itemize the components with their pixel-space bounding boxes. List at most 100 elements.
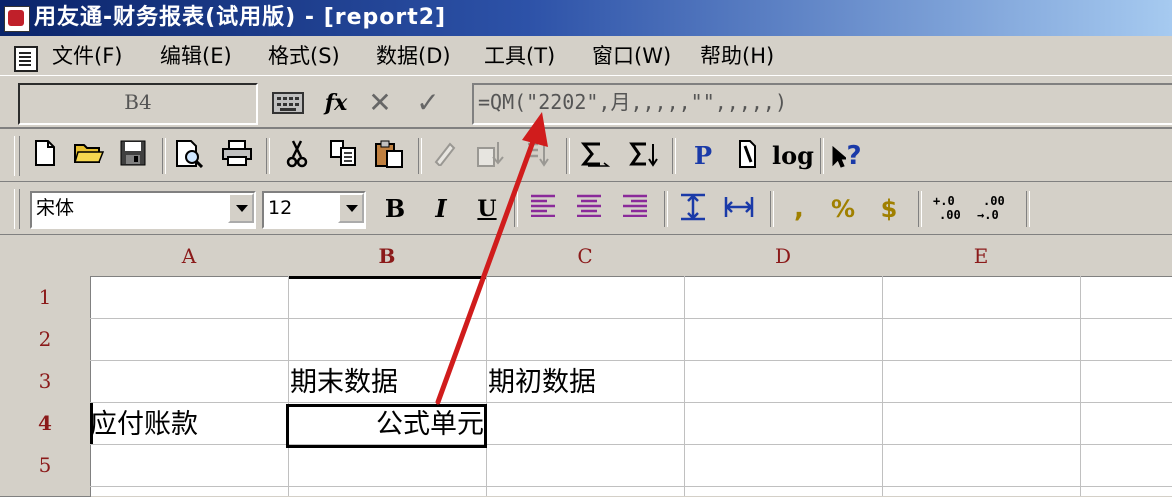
copy-icon[interactable]: [326, 140, 360, 172]
percent-style-button[interactable]: %: [826, 193, 860, 225]
toolbar-separator: [672, 138, 676, 174]
grid-line: [90, 360, 1172, 361]
grid-line: [486, 276, 487, 496]
horizontal-fit-icon[interactable]: [722, 193, 756, 225]
format-painter-icon[interactable]: [428, 140, 462, 172]
font-name-select[interactable]: 宋体: [30, 191, 256, 229]
toolbar-separator: [918, 191, 922, 227]
menu-edit[interactable]: 编辑(E): [160, 42, 232, 70]
increase-decimal-icon[interactable]: +.0.00: [930, 193, 964, 225]
menu-help[interactable]: 帮助(H): [700, 42, 774, 70]
chevron-down-icon[interactable]: [338, 193, 364, 223]
function-fx-button[interactable]: fx: [318, 87, 354, 119]
grid-line: [90, 444, 1172, 445]
open-folder-icon[interactable]: [72, 140, 106, 172]
row-header-3[interactable]: 3: [0, 360, 91, 403]
bold-button[interactable]: B: [378, 193, 412, 225]
svg-text:.00: .00: [983, 194, 1005, 208]
row-header-partial[interactable]: [0, 486, 91, 497]
menu-tools[interactable]: 工具(T): [484, 42, 555, 70]
column-header-c[interactable]: C: [486, 236, 685, 277]
document-icon[interactable]: [14, 46, 38, 72]
grid-line: [684, 276, 685, 496]
window-title: 用友通-财务报表(试用版) - [report2]: [34, 5, 447, 30]
font-size-value: 12: [268, 197, 293, 219]
vertical-fit-icon[interactable]: [676, 193, 710, 225]
sum-icon[interactable]: [578, 140, 612, 172]
sort-icon[interactable]: [520, 140, 554, 172]
chevron-down-icon[interactable]: [228, 193, 254, 223]
sum-down-icon[interactable]: [626, 140, 660, 172]
select-all-corner[interactable]: [0, 236, 91, 277]
formula-bar: B4 fx ✕ ✓ =QM("2202",月,,,,,"",,,,,): [0, 77, 1172, 129]
row-header-5[interactable]: 5: [0, 444, 91, 487]
toolbar-separator: [664, 191, 668, 227]
row-header-1[interactable]: 1: [0, 276, 91, 319]
new-file-icon[interactable]: [28, 140, 62, 172]
grid-line: [90, 318, 1172, 319]
svg-text:.00: .00: [939, 208, 961, 221]
calculate-icon[interactable]: [730, 140, 764, 172]
confirm-edit-button[interactable]: ✓: [410, 87, 446, 119]
toolbar-separator: [820, 138, 824, 174]
help-question-mark: ?: [846, 141, 862, 171]
log-button[interactable]: log: [772, 140, 814, 172]
cut-icon[interactable]: [280, 140, 314, 172]
align-left-icon[interactable]: [526, 193, 560, 225]
column-header-e[interactable]: E: [882, 236, 1081, 277]
menu-format[interactable]: 格式(S): [268, 42, 340, 70]
comma-style-button[interactable]: ,: [782, 193, 816, 225]
selected-cell-outline: [286, 404, 487, 448]
align-right-icon[interactable]: [618, 193, 652, 225]
print-preview-icon[interactable]: [172, 140, 206, 172]
menu-bar: 文件(F) 编辑(E) 格式(S) 数据(D) 工具(T) 窗口(W) 帮助(H…: [0, 36, 1172, 76]
format-toolbar: 宋体 12 B I U , % $ +.0.00 .00 →.0: [0, 183, 1172, 235]
grid-line: [882, 276, 883, 496]
toolbar-separator: [770, 191, 774, 227]
menu-file[interactable]: 文件(F): [52, 42, 122, 70]
font-name-value: 宋体: [36, 197, 75, 219]
app-icon: [4, 6, 30, 32]
toolbar-separator: [566, 138, 570, 174]
paste-icon[interactable]: [372, 140, 406, 172]
context-help-icon[interactable]: ?: [830, 140, 864, 172]
grid-line: [90, 486, 1172, 487]
underline-button[interactable]: U: [470, 193, 504, 225]
toolbar-grip[interactable]: [14, 189, 20, 229]
save-icon[interactable]: [116, 140, 150, 172]
cell-c3[interactable]: 期初数据: [488, 360, 596, 402]
standard-toolbar: P log ?: [0, 130, 1172, 182]
column-header-a[interactable]: A: [90, 236, 289, 277]
currency-style-button[interactable]: $: [872, 193, 906, 225]
column-header-d[interactable]: D: [684, 236, 883, 277]
p-button[interactable]: P: [686, 140, 720, 172]
cell-reference-box[interactable]: B4: [18, 83, 258, 125]
row-header-4[interactable]: 4: [0, 402, 93, 445]
column-header-partial[interactable]: [1080, 236, 1172, 277]
decrease-decimal-icon[interactable]: .00 →.0: [976, 193, 1010, 225]
formula-input[interactable]: =QM("2202",月,,,,,"",,,,,): [472, 83, 1172, 125]
svg-text:+.0: +.0: [933, 194, 955, 208]
row-header-2[interactable]: 2: [0, 318, 91, 361]
menu-window[interactable]: 窗口(W): [592, 42, 671, 70]
keyboard-icon[interactable]: [270, 87, 306, 119]
title-bar: 用友通-财务报表(试用版) - [report2]: [0, 0, 1172, 36]
cell-a4[interactable]: 应付账款: [90, 402, 198, 444]
svg-text:→.0: →.0: [977, 208, 999, 221]
italic-button[interactable]: I: [424, 193, 458, 225]
column-header-b[interactable]: B: [288, 236, 487, 279]
menu-data[interactable]: 数据(D): [376, 42, 451, 70]
toolbar-separator: [266, 138, 270, 174]
grid-line: [288, 276, 289, 496]
font-size-select[interactable]: 12: [262, 191, 366, 229]
fill-down-icon[interactable]: [474, 140, 508, 172]
toolbar-separator: [162, 138, 166, 174]
cancel-edit-button[interactable]: ✕: [362, 87, 398, 119]
printer-icon[interactable]: [220, 140, 254, 172]
toolbar-grip[interactable]: [14, 136, 20, 176]
cell-b3[interactable]: 期末数据: [290, 360, 398, 402]
align-center-icon[interactable]: [572, 193, 606, 225]
grid-line: [90, 402, 1172, 403]
grid-line: [1080, 276, 1081, 496]
spreadsheet-grid: A B C D E 1 2 3 4 5 期末数据 期初数据 应付账款 公式单元: [0, 236, 1172, 497]
